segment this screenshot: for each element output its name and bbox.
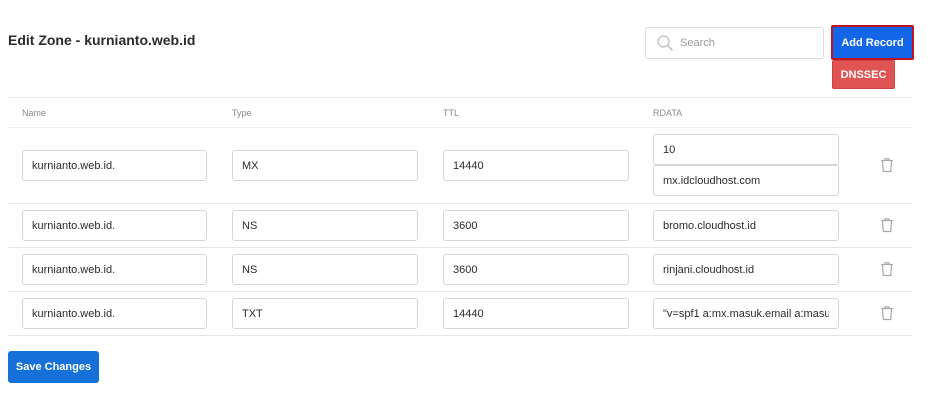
column-header-type: Type bbox=[232, 108, 252, 118]
add-record-button[interactable]: Add Record bbox=[831, 25, 914, 60]
record-ttl-input[interactable] bbox=[443, 210, 629, 241]
record-name-input[interactable] bbox=[22, 298, 207, 329]
record-ttl-input[interactable] bbox=[443, 298, 629, 329]
record-rdata-input[interactable] bbox=[653, 165, 839, 196]
record-rdata-input[interactable] bbox=[653, 298, 839, 329]
search-icon bbox=[654, 32, 676, 54]
search-input[interactable] bbox=[680, 37, 810, 49]
record-ttl-input[interactable] bbox=[443, 254, 629, 285]
trash-icon[interactable] bbox=[880, 217, 894, 233]
record-priority-input[interactable] bbox=[653, 134, 839, 165]
record-type-input[interactable] bbox=[232, 298, 418, 329]
records-table: Name Type TTL RDATA bbox=[8, 97, 912, 336]
search-box[interactable] bbox=[645, 27, 824, 59]
page-title: Edit Zone - kurnianto.web.id bbox=[8, 32, 196, 48]
save-changes-button[interactable]: Save Changes bbox=[8, 351, 99, 383]
record-type-input[interactable] bbox=[232, 210, 418, 241]
record-ttl-input[interactable] bbox=[443, 150, 629, 181]
trash-icon[interactable] bbox=[880, 157, 894, 173]
table-header: Name Type TTL RDATA bbox=[8, 98, 912, 128]
record-name-input[interactable] bbox=[22, 254, 207, 285]
record-type-input[interactable] bbox=[232, 150, 418, 181]
trash-icon[interactable] bbox=[880, 305, 894, 321]
record-type-input[interactable] bbox=[232, 254, 418, 285]
dnssec-button[interactable]: DNSSEC bbox=[832, 60, 895, 89]
table-row bbox=[8, 128, 912, 204]
column-header-name: Name bbox=[22, 108, 47, 118]
record-rdata-input[interactable] bbox=[653, 210, 839, 241]
record-name-input[interactable] bbox=[22, 210, 207, 241]
table-row bbox=[8, 248, 912, 292]
record-name-input[interactable] bbox=[22, 150, 207, 181]
trash-icon[interactable] bbox=[880, 261, 894, 277]
column-header-ttl: TTL bbox=[443, 108, 460, 118]
record-rdata-input[interactable] bbox=[653, 254, 839, 285]
column-header-rdata: RDATA bbox=[653, 108, 683, 118]
table-row bbox=[8, 204, 912, 248]
table-row bbox=[8, 292, 912, 336]
